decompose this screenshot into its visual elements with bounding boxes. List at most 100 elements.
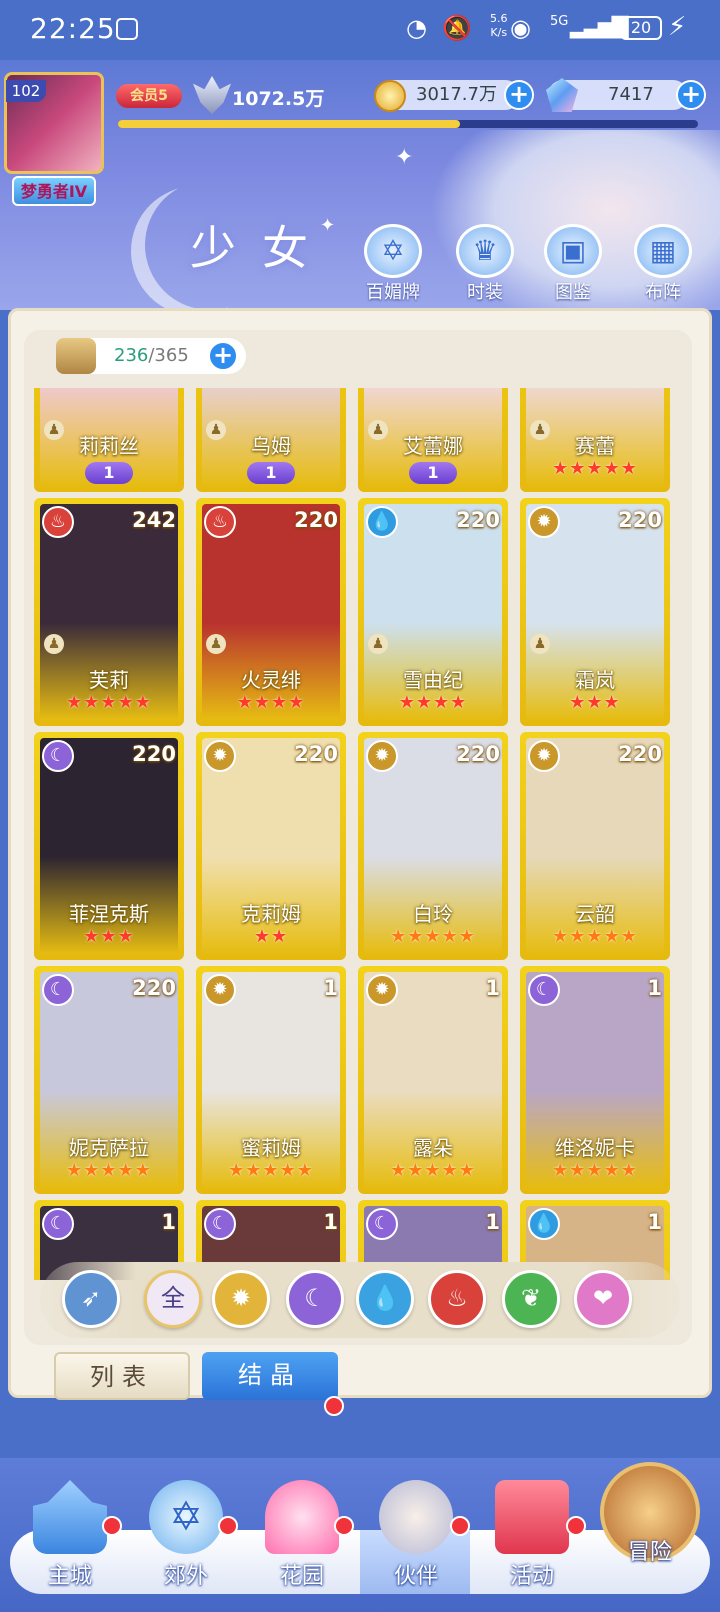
battery-level: 20 xyxy=(620,16,662,40)
character-card[interactable]: ☾ 1 维洛妮卡 ★★★★★ xyxy=(520,966,670,1194)
character-card[interactable]: ♨ 220 ♟ 火灵绯 ★★★★ xyxy=(196,498,346,726)
fire-icon: ♨ xyxy=(446,1284,468,1312)
dark-icon: ☾ xyxy=(204,1208,236,1240)
add-gold-button[interactable]: + xyxy=(504,80,534,110)
light-icon: ✹ xyxy=(366,740,398,772)
charging-icon: ⚡ xyxy=(668,12,687,42)
filter-charm-button[interactable]: ❤ xyxy=(574,1270,632,1328)
filter-dark-button[interactable]: ☾ xyxy=(286,1270,344,1328)
water-icon: 💧 xyxy=(366,506,398,538)
chess-piece-icon: ♟ xyxy=(44,634,64,654)
star-rating: ★★★★ xyxy=(398,692,468,713)
vip-badge[interactable]: 会员5 xyxy=(116,84,182,108)
character-name: 莉莉丝 xyxy=(79,434,139,458)
castle-icon xyxy=(33,1480,107,1554)
charm-cards-button[interactable]: ✡ 百媚牌 xyxy=(358,224,428,304)
all-icon: 全 xyxy=(161,1284,185,1312)
character-name: 克莉姆 xyxy=(241,902,301,926)
hotspot-icon: ◉ xyxy=(510,14,531,42)
filter-light-button[interactable]: ✹ xyxy=(212,1270,270,1328)
character-card[interactable]: ✹ 220 克莉姆 ★★ xyxy=(196,732,346,960)
character-level: 1 xyxy=(323,976,338,1000)
signal-icon: ▂▃▅▇ xyxy=(570,14,629,39)
nav-partners[interactable]: 伙伴 xyxy=(366,1480,466,1600)
character-name: 妮克萨拉 xyxy=(69,1136,149,1160)
status-bar: 22:25 ◔ 🔕 5.6 K/s ◉ 5G ▂▃▅▇ 20 ⚡ xyxy=(0,0,720,60)
star-rating: ★★★★★ xyxy=(552,1160,638,1181)
character-level: 220 xyxy=(294,508,338,532)
character-card[interactable]: ✹ 1 蜜莉姆 ★★★★★ xyxy=(196,966,346,1194)
character-card[interactable]: ✹ 220 云韶 ★★★★★ xyxy=(520,732,670,960)
owned-count: 236 xyxy=(114,345,149,366)
character-level: 1 xyxy=(647,976,662,1000)
character-name: 艾蕾娜 xyxy=(403,434,463,458)
fire-icon: ♨ xyxy=(42,506,74,538)
character-card[interactable]: ♟ 艾蕾娜 1 xyxy=(358,388,508,492)
character-card[interactable]: ♨ 242 ♟ 芙莉 ★★★★★ xyxy=(34,498,184,726)
fire-icon: ♨ xyxy=(204,506,236,538)
character-card[interactable]: ♟ 乌姆 1 xyxy=(196,388,346,492)
add-gem-button[interactable]: + xyxy=(676,80,706,110)
nature-icon: ❦ xyxy=(520,1284,542,1312)
nav-notification-dot xyxy=(102,1516,122,1536)
dark-icon: ☾ xyxy=(528,974,560,1006)
water-icon: 💧 xyxy=(370,1284,400,1312)
dark-icon: ☾ xyxy=(42,974,74,1006)
dark-icon: ☾ xyxy=(42,1208,74,1240)
light-icon: ✹ xyxy=(528,740,560,772)
chess-piece-icon: ♟ xyxy=(368,634,388,654)
character-card[interactable]: ✹ 220 白玲 ★★★★★ xyxy=(358,732,508,960)
light-icon: ✹ xyxy=(230,1284,252,1312)
expand-collection-button[interactable]: + xyxy=(208,341,238,371)
star-rating: ★★ xyxy=(253,926,289,947)
character-card[interactable]: ♟ 莉莉丝 1 xyxy=(34,388,184,492)
formation-button[interactable]: ▦ 布阵 xyxy=(628,224,698,304)
tab-crystal[interactable]: 结晶 xyxy=(202,1352,338,1400)
nav-notification-dot xyxy=(566,1516,586,1536)
character-card[interactable]: ✹ 220 ♟ 霜岚 ★★★ xyxy=(520,498,670,726)
character-level: 220 xyxy=(132,976,176,1000)
bag-icon xyxy=(56,338,96,374)
filter-nature-button[interactable]: ❦ xyxy=(502,1270,560,1328)
character-name: 云韶 xyxy=(575,902,615,926)
grid-icon: ▦ xyxy=(634,224,692,278)
star-rating: ★★★★★ xyxy=(66,1160,152,1181)
nav-notification-dot xyxy=(218,1516,238,1536)
combat-power: 1072.5万 xyxy=(232,88,325,110)
character-card[interactable]: ✹ 1 露朵 ★★★★★ xyxy=(358,966,508,1194)
character-card[interactable]: 💧 220 ♟ 雪由纪 ★★★★ xyxy=(358,498,508,726)
character-card[interactable]: ♟ 赛蕾 ★★★★★ xyxy=(520,388,670,492)
character-name: 维洛妮卡 xyxy=(555,1136,635,1160)
portal-icon: ✡ xyxy=(149,1480,223,1554)
tab-list[interactable]: 列表 xyxy=(54,1352,190,1400)
mute-icon: 🔕 xyxy=(442,14,472,42)
nav-main-city[interactable]: 主城 xyxy=(20,1480,120,1600)
water-icon: 💧 xyxy=(528,1208,560,1240)
character-name: 霜岚 xyxy=(575,668,615,692)
character-name: 雪由纪 xyxy=(403,668,463,692)
rank-title[interactable]: 梦勇者IV xyxy=(12,176,96,206)
character-level: 1 xyxy=(647,1210,662,1234)
star-rating: ★★★★★ xyxy=(228,1160,314,1181)
speedometer-icon: ◔ xyxy=(406,14,427,42)
character-name: 火灵绯 xyxy=(241,668,301,692)
character-card[interactable]: ☾ 220 菲涅克斯 ★★★ xyxy=(34,732,184,960)
signal-label: 5G xyxy=(550,14,569,29)
filter-wind-button[interactable]: ➶ xyxy=(62,1270,120,1328)
outfit-button[interactable]: ♛ 时装 xyxy=(450,224,520,304)
filter-water-button[interactable]: 💧 xyxy=(356,1270,414,1328)
star-rating: ★★★★★ xyxy=(390,1160,476,1181)
gallery-button[interactable]: ▣ 图鉴 xyxy=(538,224,608,304)
character-card[interactable]: ☾ 220 妮克萨拉 ★★★★★ xyxy=(34,966,184,1194)
nav-adventure[interactable]: 冒险 xyxy=(600,1462,700,1582)
nav-garden[interactable]: 花园 xyxy=(252,1480,352,1600)
nav-events[interactable]: 活动 xyxy=(482,1480,582,1600)
filter-all-button[interactable]: 全 xyxy=(144,1270,202,1328)
player-level: 102 xyxy=(6,80,46,102)
gold-coin-icon xyxy=(374,80,406,112)
filter-fire-button[interactable]: ♨ xyxy=(428,1270,486,1328)
awakening-badge: 1 xyxy=(247,462,295,484)
sparkle-icon: ✦ xyxy=(395,145,414,170)
character-name: 赛蕾 xyxy=(575,434,615,458)
nav-outskirts[interactable]: ✡ 郊外 xyxy=(136,1480,236,1600)
